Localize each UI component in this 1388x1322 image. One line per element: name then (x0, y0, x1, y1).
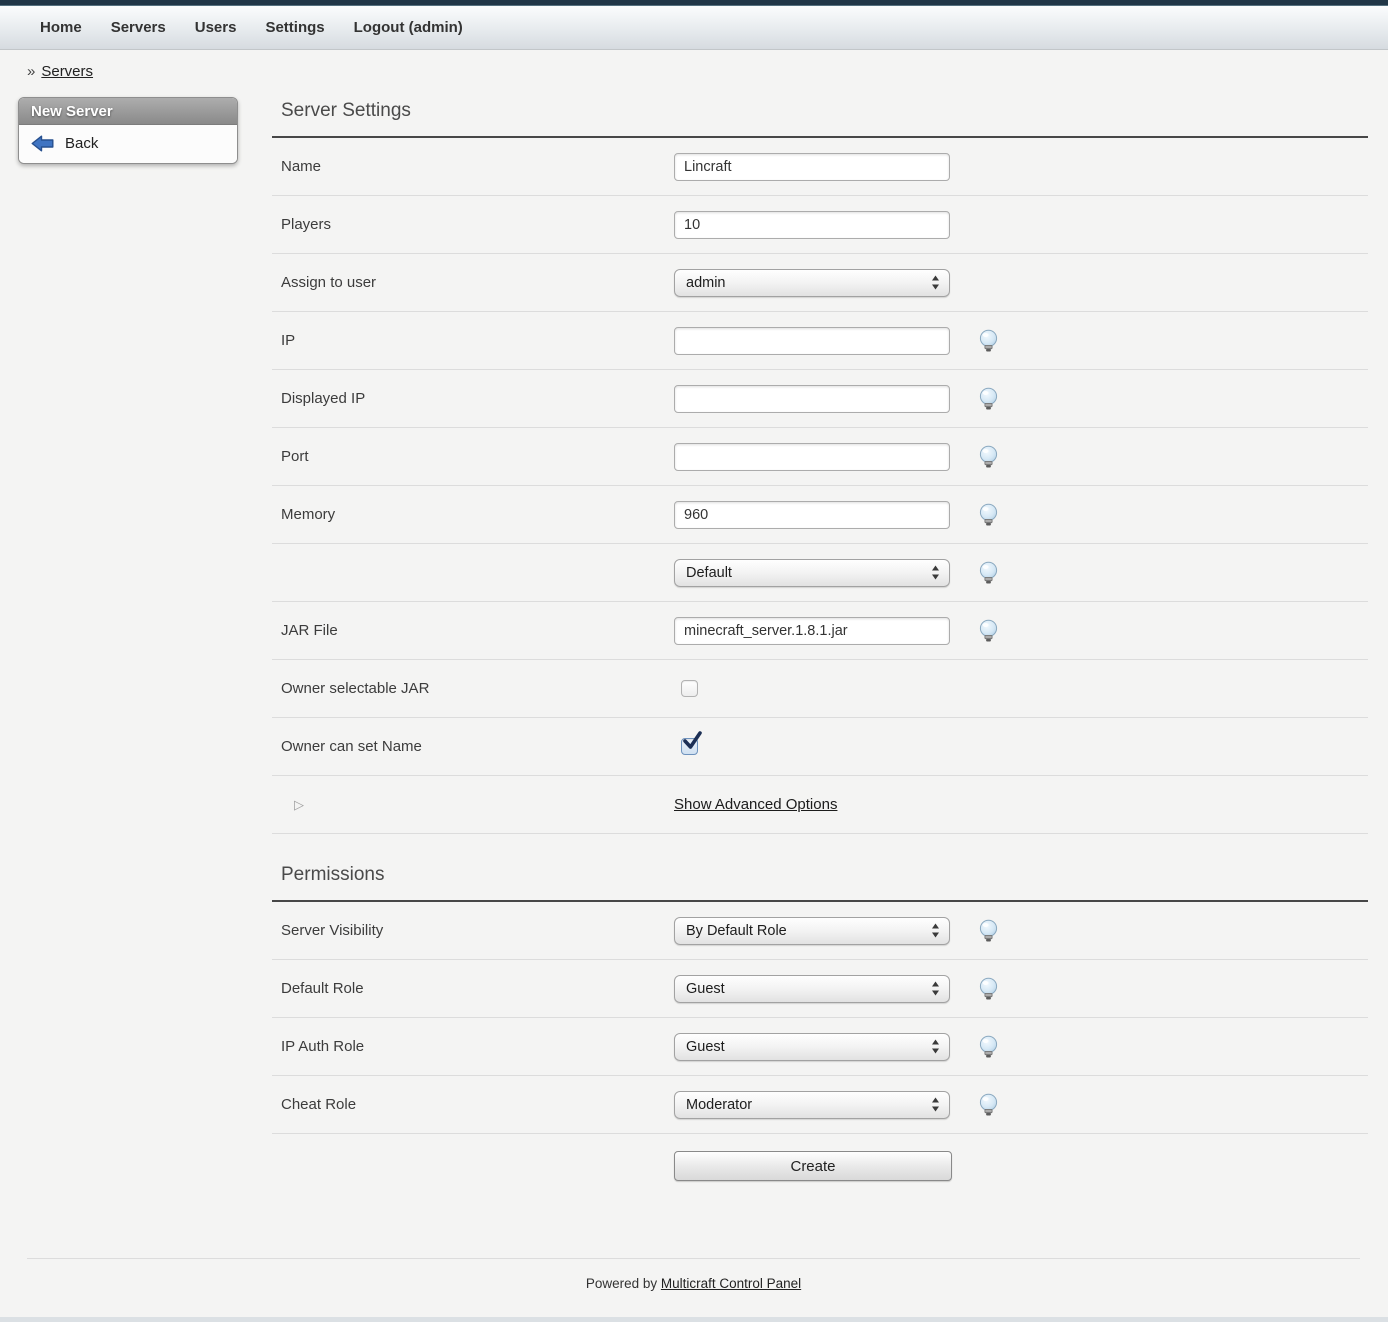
field-row-ip-auth-role: IP Auth Role Guest (272, 1018, 1368, 1076)
field-label: Displayed IP (272, 390, 674, 407)
port-input[interactable] (674, 443, 950, 471)
show-advanced-options-link[interactable]: Show Advanced Options (674, 796, 837, 813)
lightbulb-icon (978, 619, 999, 643)
nav-item-logout[interactable]: Logout (admin) (354, 19, 463, 36)
lightbulb-icon (978, 503, 999, 527)
owner-can-set-name-checkbox[interactable] (681, 738, 698, 755)
lightbulb-icon (978, 329, 999, 353)
memory-input[interactable] (674, 501, 950, 529)
default-role-select[interactable]: Guest (674, 975, 950, 1003)
field-label: IP (272, 332, 674, 349)
field-label: Cheat Role (272, 1096, 674, 1113)
breadcrumb: » Servers (27, 63, 1388, 80)
field-row-memory: Memory (272, 486, 1368, 544)
panel-title: New Server (19, 98, 237, 125)
up-down-arrows-icon (931, 275, 940, 290)
lightbulb-icon (978, 977, 999, 1001)
up-down-arrows-icon (931, 923, 940, 938)
main-nav: Home Servers Users Settings Logout (admi… (0, 6, 1388, 50)
jar-file-input[interactable] (674, 617, 950, 645)
lightbulb-icon (978, 387, 999, 411)
lightbulb-icon (978, 561, 999, 585)
displayed-ip-input[interactable] (674, 385, 950, 413)
field-label: Players (272, 216, 674, 233)
up-down-arrows-icon (931, 565, 940, 580)
multicraft-link[interactable]: Multicraft Control Panel (661, 1276, 801, 1291)
select-value: Default (686, 565, 732, 581)
field-row-cheat-role: Cheat Role Moderator (272, 1076, 1368, 1134)
field-label: Memory (272, 506, 674, 523)
nav-item-servers[interactable]: Servers (111, 19, 166, 36)
section-title-server-settings: Server Settings (281, 100, 1368, 122)
assign-to-user-select[interactable]: admin (674, 269, 950, 297)
owner-selectable-jar-checkbox[interactable] (681, 680, 698, 697)
field-label: Port (272, 448, 674, 465)
select-value: Moderator (686, 1097, 752, 1113)
select-value: admin (686, 275, 726, 291)
field-row-players: Players (272, 196, 1368, 254)
page-footer: Powered by Multicraft Control Panel (27, 1258, 1360, 1291)
field-row-owner-can-set-name: Owner can set Name (272, 718, 1368, 776)
field-row-port: Port (272, 428, 1368, 486)
field-label: Default Role (272, 980, 674, 997)
triangle-right-icon[interactable]: ▷ (294, 797, 304, 812)
lightbulb-icon (978, 1093, 999, 1117)
select-value: Guest (686, 981, 725, 997)
new-server-panel: New Server Back (18, 97, 238, 164)
server-form: Server Settings Name Players Assign to u… (272, 100, 1368, 1198)
up-down-arrows-icon (931, 1097, 940, 1112)
field-row-default-role: Default Role Guest (272, 960, 1368, 1018)
field-row-ip: IP (272, 312, 1368, 370)
field-label: Name (272, 158, 674, 175)
nav-item-settings[interactable]: Settings (265, 19, 324, 36)
cheat-role-select[interactable]: Moderator (674, 1091, 950, 1119)
field-row-jar-file: JAR File (272, 602, 1368, 660)
ip-auth-role-select[interactable]: Guest (674, 1033, 950, 1061)
field-row-server-visibility: Server Visibility By Default Role (272, 902, 1368, 960)
back-label: Back (65, 135, 98, 152)
server-visibility-select[interactable]: By Default Role (674, 917, 950, 945)
up-down-arrows-icon (931, 1039, 940, 1054)
bottom-strip (0, 1317, 1388, 1322)
breadcrumb-link-servers[interactable]: Servers (41, 63, 93, 80)
breadcrumb-symbol: » (27, 63, 35, 80)
lightbulb-icon (978, 919, 999, 943)
select-value: By Default Role (686, 923, 787, 939)
lightbulb-icon (978, 1035, 999, 1059)
name-input[interactable] (674, 153, 950, 181)
create-button[interactable]: Create (674, 1151, 952, 1181)
field-row-memory-profile: Default (272, 544, 1368, 602)
field-row-assign-to-user: Assign to user admin (272, 254, 1368, 312)
select-value: Guest (686, 1039, 725, 1055)
field-label: JAR File (272, 622, 674, 639)
section-title-permissions: Permissions (281, 864, 1368, 886)
field-label: Owner can set Name (272, 738, 674, 755)
field-row-owner-selectable-jar: Owner selectable JAR (272, 660, 1368, 718)
arrow-left-icon (31, 135, 54, 152)
lightbulb-icon (978, 445, 999, 469)
nav-item-home[interactable]: Home (40, 19, 82, 36)
players-input[interactable] (674, 211, 950, 239)
create-row: Create (272, 1134, 1368, 1198)
back-button[interactable]: Back (19, 125, 237, 163)
field-label: IP Auth Role (272, 1038, 674, 1055)
field-row-displayed-ip: Displayed IP (272, 370, 1368, 428)
field-row-name: Name (272, 138, 1368, 196)
checkmark-icon (682, 730, 703, 752)
ip-input[interactable] (674, 327, 950, 355)
field-label: Owner selectable JAR (272, 680, 674, 697)
up-down-arrows-icon (931, 981, 940, 996)
advanced-options-row: ▷ Show Advanced Options (272, 776, 1368, 834)
footer-text: Powered by (586, 1276, 661, 1291)
field-label: Assign to user (272, 274, 674, 291)
memory-profile-select[interactable]: Default (674, 559, 950, 587)
nav-item-users[interactable]: Users (195, 19, 237, 36)
field-label: Server Visibility (272, 922, 674, 939)
